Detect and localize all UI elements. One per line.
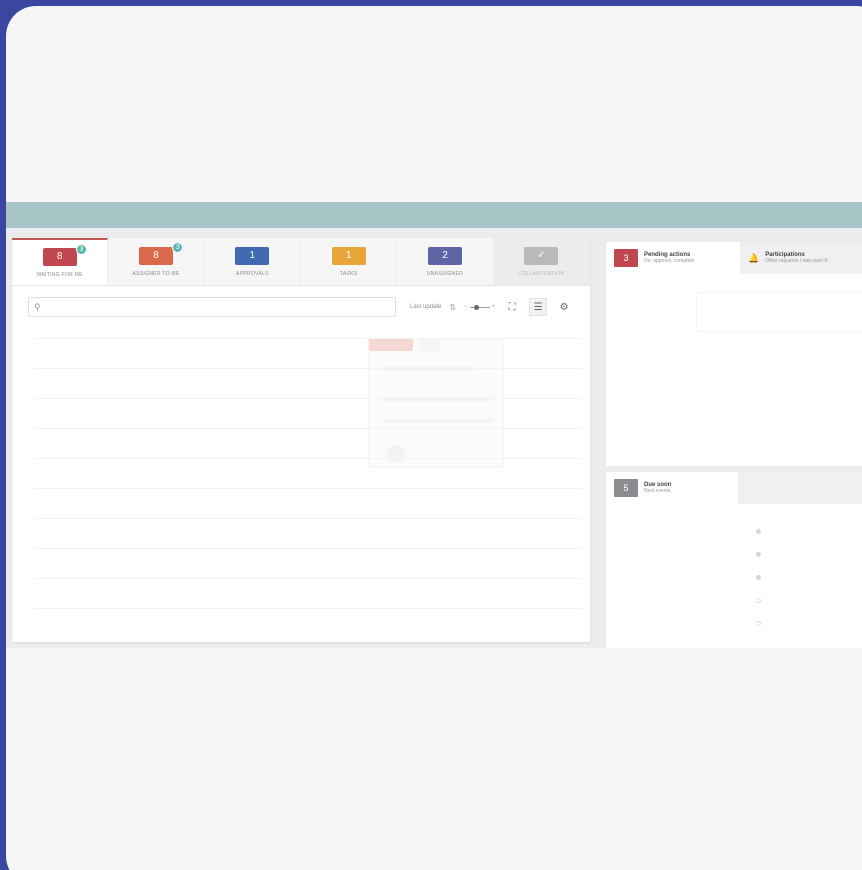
list-item[interactable]	[756, 612, 766, 635]
tab-participations[interactable]: 🔔 Participations Other requests I take p…	[740, 242, 862, 274]
list-divider	[34, 368, 582, 369]
tab-due-soon[interactable]: 5 Due soon Next events	[606, 472, 738, 504]
search-input[interactable]	[40, 303, 395, 311]
bell-icon: 🔔	[748, 252, 760, 263]
list-divider	[34, 518, 582, 519]
request-tabs: 8 3 WAITING FOR ME 8 3 ASSIGNED TO ME 1 …	[12, 238, 590, 286]
requests-panel: 8 3 WAITING FOR ME 8 3 ASSIGNED TO ME 1 …	[12, 238, 590, 642]
due-soon-list	[756, 520, 766, 635]
tab-count: 8	[138, 246, 173, 265]
faded-tag	[369, 339, 413, 351]
status-dot	[756, 575, 761, 580]
tab-label: TASKS	[339, 270, 358, 277]
tab-count: 1	[331, 246, 366, 265]
search-box: ⚲	[28, 297, 396, 317]
list-item[interactable]	[756, 589, 766, 612]
zoom-slider[interactable]: − +	[464, 304, 495, 310]
faded-line	[383, 419, 493, 423]
check-icon: ✓	[524, 246, 559, 265]
tab-approvals[interactable]: 1 APPROVALS	[204, 238, 301, 285]
due-soon-empty-tab	[738, 472, 862, 504]
faded-pending-item	[696, 292, 862, 332]
tab-tasks[interactable]: 1 TASKS	[300, 238, 398, 285]
tab-label: WAITING FOR ME	[36, 271, 83, 278]
tab-unassigned[interactable]: 2 UNASSIGNED	[397, 238, 494, 285]
zoom-in-icon: +	[491, 304, 496, 310]
due-soon-subtitle: Next events	[644, 488, 671, 494]
pending-panel: 3 Pending actions Do, approve, complete …	[606, 242, 862, 466]
last-update-label: Last update	[410, 304, 442, 310]
list-item[interactable]	[756, 543, 766, 566]
list-item[interactable]	[756, 520, 766, 543]
settings-icon[interactable]: ⚙	[555, 298, 574, 316]
due-soon-header: 5 Due soon Next events	[606, 472, 862, 504]
list-item[interactable]	[756, 566, 766, 589]
tab-label: COLLABORATION	[518, 270, 565, 277]
list-divider	[34, 548, 582, 549]
tab-count: 2	[427, 246, 462, 265]
status-dot	[756, 598, 761, 603]
toolbar: ⚲ Last update ⇅ − + ⛶ ☰ ⚙	[28, 296, 584, 318]
faded-avatar	[387, 445, 405, 463]
pending-header: 3 Pending actions Do, approve, complete …	[606, 242, 862, 274]
tab-pending-actions[interactable]: 3 Pending actions Do, approve, complete	[606, 242, 740, 274]
status-dot	[756, 529, 761, 534]
list-divider	[34, 428, 582, 429]
tab-assigned-to-me[interactable]: 8 3 ASSIGNED TO ME	[108, 238, 205, 285]
tab-label: ASSIGNED TO ME	[132, 270, 180, 277]
faded-tag	[419, 339, 441, 351]
fullscreen-icon[interactable]: ⛶	[503, 298, 522, 316]
top-bar	[6, 202, 862, 228]
search-icon: ⚲	[34, 301, 41, 312]
list-divider	[34, 578, 582, 579]
sort-icon[interactable]: ⇅	[449, 303, 456, 312]
tab-collaboration[interactable]: ✓ COLLABORATION	[493, 238, 590, 285]
due-soon-count: 5	[614, 479, 638, 497]
notification-badge: 3	[172, 242, 184, 253]
slider-track	[469, 304, 490, 310]
tab-label: UNASSIGNED	[426, 270, 463, 277]
faded-request-card	[368, 338, 504, 468]
notification-badge: 3	[76, 244, 87, 255]
tab-waiting-for-me[interactable]: 8 3 WAITING FOR ME	[12, 238, 109, 285]
participations-subtitle: Other requests I take part of	[765, 258, 828, 264]
status-dot	[756, 552, 761, 557]
list-view-icon[interactable]: ☰	[529, 298, 548, 316]
status-dot	[756, 621, 761, 626]
slider-knob[interactable]	[473, 304, 479, 310]
list-divider	[34, 458, 582, 459]
tab-label: APPROVALS	[236, 270, 269, 277]
list-divider	[34, 488, 582, 489]
tab-count: 8	[42, 247, 77, 266]
list-divider	[34, 338, 582, 339]
list-divider	[34, 608, 582, 609]
pending-count: 3	[614, 249, 638, 267]
app-card: 8 3 WAITING FOR ME 8 3 ASSIGNED TO ME 1 …	[6, 6, 862, 870]
due-soon-panel: 5 Due soon Next events	[606, 472, 862, 648]
tab-count: 1	[235, 246, 270, 265]
pending-subtitle: Do, approve, complete	[644, 258, 695, 264]
list-divider	[34, 398, 582, 399]
zoom-out-icon: −	[464, 304, 468, 310]
